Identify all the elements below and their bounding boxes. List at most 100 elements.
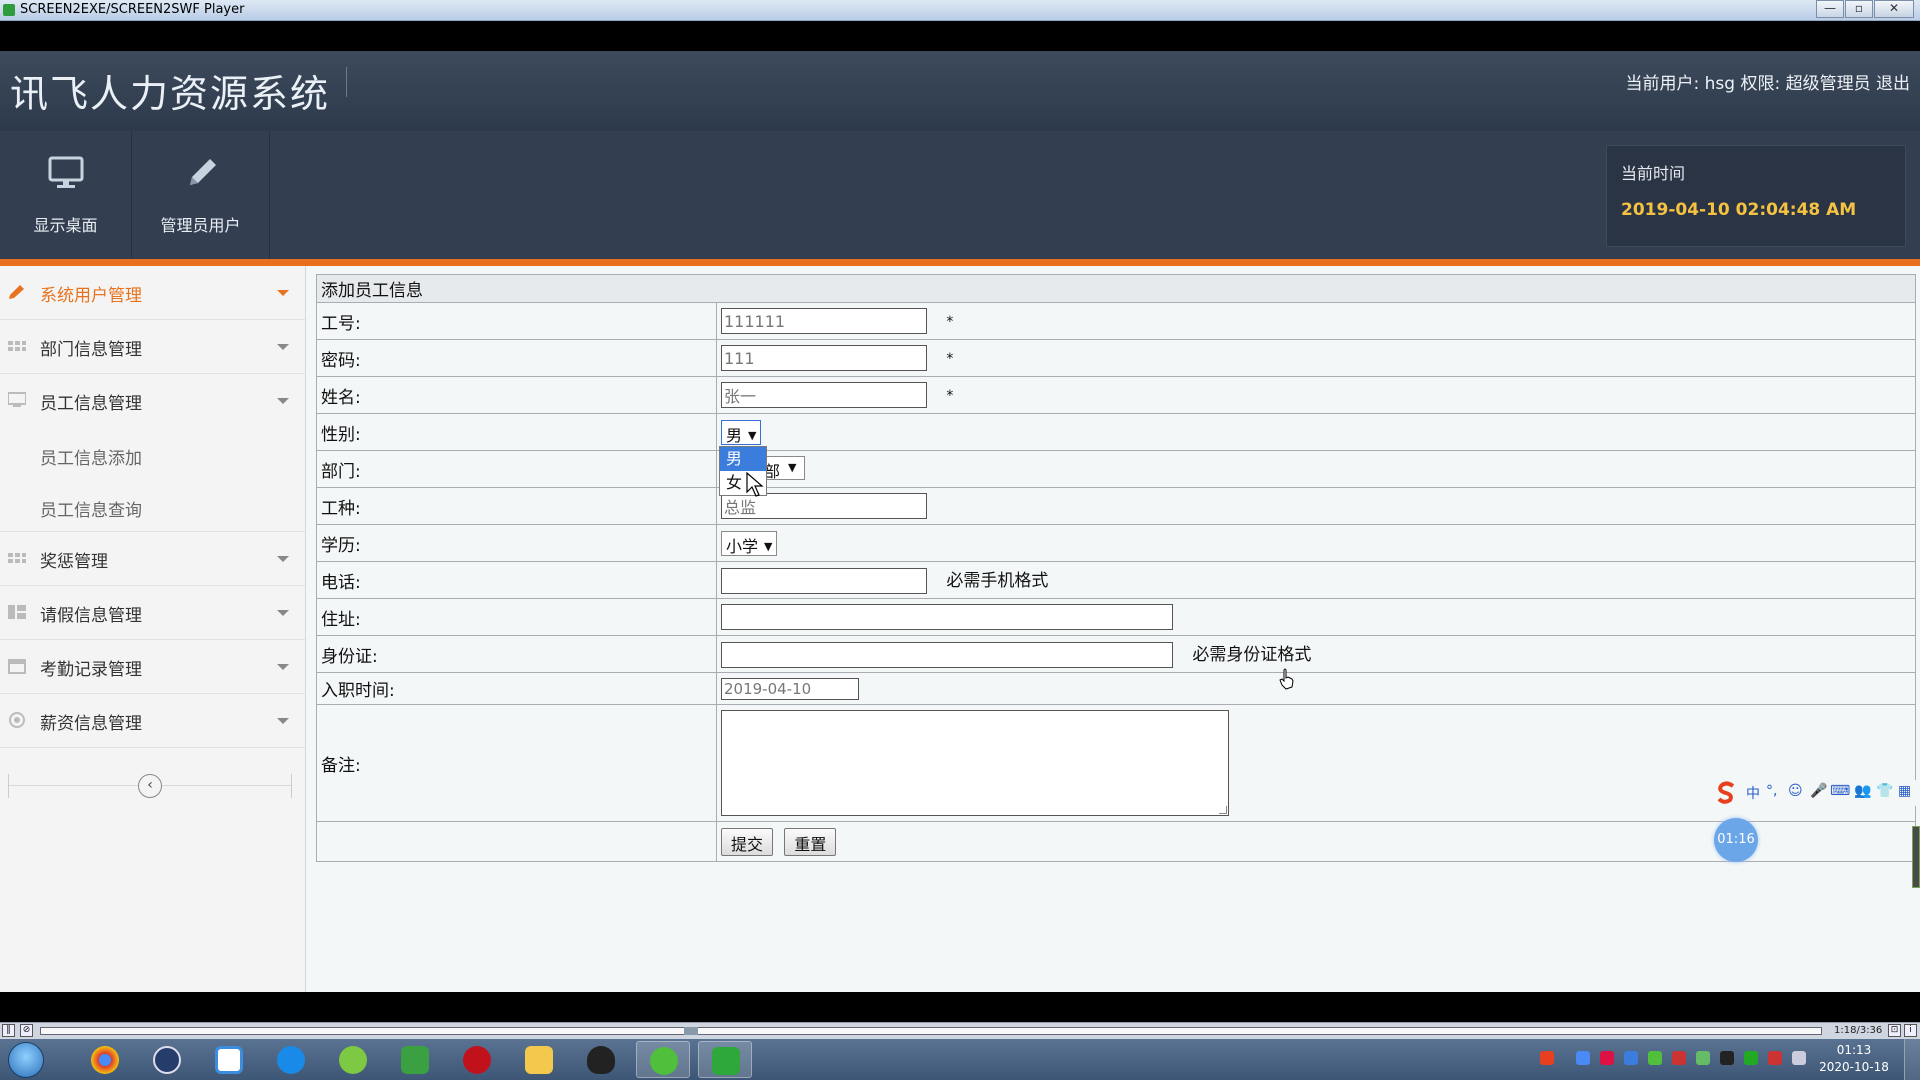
- taskbar-flash[interactable]: [450, 1041, 504, 1078]
- ime-mode[interactable]: 中: [1746, 783, 1760, 803]
- taskbar: 01:13 2020-10-18: [0, 1039, 1920, 1080]
- phone-cell: 必需手机格式: [716, 561, 1916, 599]
- ime-punct[interactable]: °,: [1766, 783, 1777, 799]
- gender-select[interactable]: 男 ▼: [721, 419, 762, 445]
- job-label: 工种:: [316, 487, 717, 525]
- side-panel-handle[interactable]: [1912, 826, 1920, 888]
- ime-keyboard[interactable]: ⌨: [1830, 783, 1850, 799]
- sidebar-item-label: 考勤记录管理: [40, 660, 142, 680]
- player-time: 1:18/3:36: [1834, 1025, 1883, 1036]
- close-button[interactable]: ✕: [1874, 0, 1914, 18]
- show-desktop-button[interactable]: 显示桌面: [0, 131, 132, 259]
- tray-icon[interactable]: [1600, 1051, 1614, 1065]
- recording-timer[interactable]: 01:16: [1714, 818, 1758, 862]
- name-input[interactable]: [721, 382, 927, 408]
- remark-textarea[interactable]: [721, 710, 1229, 816]
- taskbar-app-6[interactable]: [388, 1041, 442, 1078]
- password-label: 密码:: [316, 339, 717, 377]
- form-row-edu: 学历: 小学 ▼: [316, 524, 1916, 562]
- stop-icon[interactable]: ⊘: [20, 1024, 33, 1037]
- password-input[interactable]: [721, 345, 927, 371]
- list-icon: [8, 605, 26, 619]
- caret-down-icon: ▼: [748, 428, 757, 442]
- tray-icon[interactable]: [1576, 1051, 1590, 1065]
- sidebar-subitem-query-employee[interactable]: 员工信息查询: [0, 480, 305, 532]
- hand-cursor-icon: [1279, 668, 1294, 690]
- collapse-divider-left: [8, 774, 9, 798]
- ime-toolbar: 中 °, ☺ 🎤 ⌨ 👥 👕 ▦: [1714, 780, 1920, 806]
- caret-down-icon: ▼: [764, 539, 773, 553]
- minimize-button[interactable]: —: [1816, 0, 1844, 18]
- sidebar-item-system-users[interactable]: 系统用户管理: [0, 266, 305, 320]
- sidebar-item-attendance[interactable]: 考勤记录管理: [0, 640, 305, 694]
- taskbar-player[interactable]: [698, 1041, 752, 1078]
- emp-no-cell: *: [716, 302, 1916, 340]
- ime-menu[interactable]: ▦: [1898, 783, 1911, 799]
- show-desktop-corner[interactable]: [1904, 1039, 1920, 1080]
- resize-grip-icon[interactable]: [1219, 806, 1227, 814]
- emp-no-input[interactable]: [721, 308, 927, 334]
- edu-select[interactable]: 小学 ▼: [721, 530, 778, 556]
- current-time-value: 2019-04-10 02:04:48 AM: [1621, 200, 1857, 220]
- id-card-input[interactable]: [721, 642, 1173, 668]
- sidebar-item-rewards[interactable]: 奖惩管理: [0, 532, 305, 586]
- taskbar-chrome[interactable]: [78, 1041, 132, 1078]
- start-button[interactable]: [8, 1042, 44, 1078]
- ime-user[interactable]: 👥: [1854, 783, 1871, 799]
- qq-tray-icon[interactable]: [1720, 1051, 1734, 1065]
- player-title-bar: SCREEN2EXE/SCREEN2SWF Player — ▫ ✕: [0, 0, 1920, 21]
- taskbar-baidu-netdisk[interactable]: [202, 1041, 256, 1078]
- taskbar-qq[interactable]: [574, 1041, 628, 1078]
- taskbar-wechat[interactable]: [636, 1041, 690, 1078]
- hire-date-input[interactable]: [721, 677, 859, 700]
- address-label: 住址:: [316, 598, 717, 636]
- sidebar-subitem-add-employee[interactable]: 员工信息添加: [0, 428, 305, 480]
- sidebar-item-department[interactable]: 部门信息管理: [0, 320, 305, 374]
- ime-emoji[interactable]: ☺: [1788, 783, 1803, 799]
- browser-icon: [277, 1046, 305, 1074]
- network-icon[interactable]: [1792, 1051, 1806, 1065]
- required-mark: *: [946, 388, 954, 404]
- info-icon[interactable]: i: [1904, 1024, 1917, 1037]
- progress-knob[interactable]: [684, 1027, 698, 1035]
- address-cell: [716, 598, 1916, 636]
- chevron-down-icon: [277, 664, 289, 670]
- shield-icon[interactable]: [1624, 1051, 1638, 1065]
- player-bottom-margin: [0, 992, 1920, 1022]
- restore-button[interactable]: ▫: [1845, 0, 1873, 18]
- pause-icon[interactable]: ‖: [2, 1024, 15, 1037]
- gender-option-male[interactable]: 男: [720, 447, 766, 471]
- address-input[interactable]: [721, 604, 1173, 630]
- taskbar-app-5[interactable]: [326, 1041, 380, 1078]
- sidebar-item-salary[interactable]: 薪资信息管理: [0, 694, 305, 748]
- tray-icon[interactable]: [1672, 1051, 1686, 1065]
- user-info[interactable]: 当前用户: hsg 权限: 超级管理员 退出: [1626, 69, 1911, 94]
- taskbar-clock[interactable]: 01:13 2020-10-18: [1814, 1042, 1894, 1076]
- window-controls: — ▫ ✕: [1815, 0, 1914, 18]
- sidebar-item-employee[interactable]: 员工信息管理: [0, 374, 305, 428]
- fullscreen-icon[interactable]: ⊡: [1888, 1024, 1901, 1037]
- admin-user-button[interactable]: 管理员用户: [132, 131, 270, 259]
- sogou-icon[interactable]: [1714, 780, 1740, 806]
- phone-hint: 必需手机格式: [946, 571, 1049, 591]
- phone-input[interactable]: [721, 568, 927, 594]
- sidebar-collapse-button[interactable]: ‹: [138, 774, 162, 798]
- wechat-tray-icon[interactable]: [1648, 1051, 1662, 1065]
- tray-icon[interactable]: [1744, 1051, 1758, 1065]
- gender-label: 性别:: [316, 413, 717, 451]
- taskbar-app-2[interactable]: [140, 1041, 194, 1078]
- sidebar-item-label: 部门信息管理: [40, 340, 142, 360]
- sidebar-item-leave[interactable]: 请假信息管理: [0, 586, 305, 640]
- tray-icon[interactable]: [1696, 1051, 1710, 1065]
- submit-button[interactable]: 提交: [721, 827, 774, 856]
- ime-voice[interactable]: 🎤: [1810, 783, 1827, 799]
- ime-skin[interactable]: 👕: [1876, 783, 1893, 799]
- taskbar-browser[interactable]: [264, 1041, 318, 1078]
- monitor-icon: [8, 392, 26, 407]
- speaker-muted-icon[interactable]: [1768, 1051, 1782, 1065]
- progress-bar[interactable]: [40, 1027, 1822, 1035]
- reset-button[interactable]: 重置: [784, 827, 837, 856]
- taskbar-explorer[interactable]: [512, 1041, 566, 1078]
- actions-empty-cell: [316, 821, 717, 862]
- sogou-tray-icon[interactable]: [1540, 1051, 1554, 1065]
